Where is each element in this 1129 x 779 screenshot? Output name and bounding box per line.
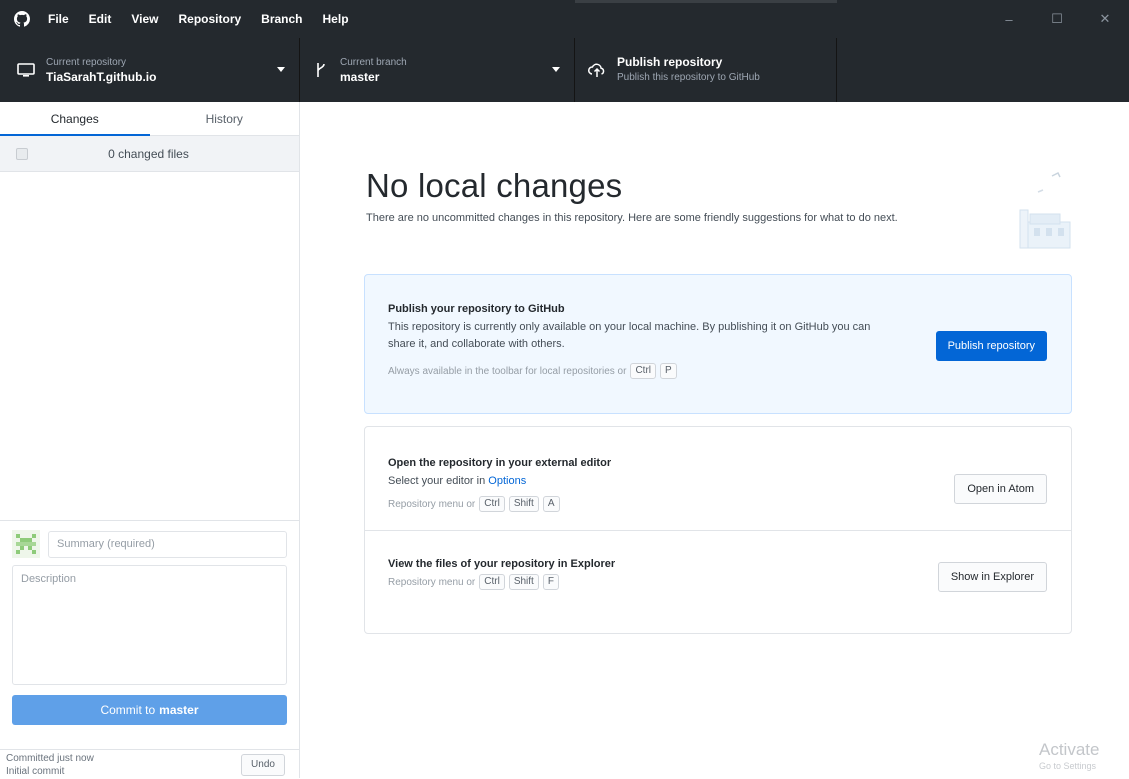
sidebar-tabs: Changes History <box>0 102 299 136</box>
menu-edit[interactable]: Edit <box>79 0 122 38</box>
show-explorer-row: View the files of your repository in Exp… <box>365 530 1071 633</box>
publish-card-hint-text: Always available in the toolbar for loca… <box>388 365 627 377</box>
current-repository-text: Current repository TiaSarahT.github.io <box>46 55 156 85</box>
publish-repository-desc: Publish this repository to GitHub <box>617 72 760 83</box>
kbd-ctrl: Ctrl <box>479 574 505 590</box>
open-editor-desc-prefix: Select your editor in <box>388 475 486 487</box>
close-button[interactable]: ✕ <box>1081 0 1129 38</box>
select-all-checkbox[interactable] <box>16 147 28 160</box>
open-editor-desc: Select your editor in Options <box>388 473 611 490</box>
maximize-button[interactable]: ☐ <box>1033 0 1081 38</box>
show-in-explorer-button[interactable]: Show in Explorer <box>937 562 1047 592</box>
watermark-title: Activate <box>1039 740 1100 759</box>
last-commit-time: Committed just now <box>6 752 94 764</box>
commit-button-prefix: Commit to <box>100 703 156 717</box>
page-title: No local changes <box>366 167 623 204</box>
publish-card-desc: This repository is currently only availa… <box>388 321 871 350</box>
desktop-icon <box>17 63 35 77</box>
avatar <box>12 530 40 558</box>
menu-help[interactable]: Help <box>313 0 359 38</box>
open-editor-hint-text: Repository menu or <box>388 498 476 510</box>
commit-message-area: Summary (required) Description Commit to… <box>0 520 299 778</box>
last-commit-info: Committed just now Initial commit <box>0 752 241 778</box>
publish-repository-title: Publish repository <box>617 55 723 69</box>
current-branch-dropdown[interactable]: Current branch master <box>300 38 575 102</box>
suggestions-card-group: Open the repository in your external edi… <box>364 426 1072 634</box>
show-explorer-title: View the files of your repository in Exp… <box>388 558 616 570</box>
publish-repository-text: Publish repository Publish this reposito… <box>617 55 760 85</box>
open-editor-hint: Repository menu or Ctrl Shift A <box>388 496 611 512</box>
commit-button-branch: master <box>159 703 199 717</box>
toolbar: Current repository TiaSarahT.github.io C… <box>0 38 1129 102</box>
changed-files-count: 0 changed files <box>108 146 189 161</box>
last-commit-bar: Committed just now Initial commit Undo <box>0 749 299 779</box>
summary-input[interactable]: Summary (required) <box>48 530 287 558</box>
sidebar: Changes History 0 changed files Summary … <box>0 102 300 778</box>
publish-repository-button[interactable]: Publish repository <box>935 331 1047 361</box>
commit-button[interactable]: Commit to master <box>12 695 287 725</box>
open-editor-title: Open the repository in your external edi… <box>388 457 612 469</box>
kbd-shift: Shift <box>508 574 539 590</box>
cloud-upload-icon <box>588 63 605 77</box>
menu-file[interactable]: File <box>38 0 79 38</box>
changes-header: 0 changed files <box>0 136 299 172</box>
show-explorer-hint-text: Repository menu or <box>388 576 476 588</box>
tab-history[interactable]: History <box>150 102 300 135</box>
summary-row: Summary (required) <box>0 521 299 558</box>
menu-bar: File Edit View Repository Branch Help <box>38 0 359 38</box>
current-branch-label: Current branch <box>340 57 407 68</box>
undo-button[interactable]: Undo <box>241 753 285 776</box>
main-panel: No local changes There are no uncommitte… <box>300 102 1129 778</box>
activation-watermark: Activate Go to Settings <box>1039 740 1129 772</box>
kbd-ctrl: Ctrl <box>630 363 657 379</box>
show-explorer-body: View the files of your repository in Exp… <box>388 558 615 590</box>
kbd-ctrl: Ctrl <box>479 496 505 512</box>
kbd-shift: Shift <box>508 496 539 512</box>
menu-view[interactable]: View <box>121 0 168 38</box>
current-repository-label: Current repository <box>46 57 127 68</box>
open-in-atom-button[interactable]: Open in Atom <box>954 474 1047 504</box>
branch-icon <box>317 63 325 77</box>
current-branch-text: Current branch master <box>340 55 407 85</box>
page-subtitle: There are no uncommitted changes in this… <box>366 212 898 224</box>
kbd-a: A <box>542 496 560 512</box>
window-controls: – ☐ ✕ <box>985 0 1129 38</box>
current-branch-value: master <box>340 70 380 84</box>
title-bar: File Edit View Repository Branch Help – … <box>0 0 1129 38</box>
menu-repository[interactable]: Repository <box>168 0 251 38</box>
last-commit-message: Initial commit <box>6 765 65 777</box>
empty-state-illustration-icon <box>1019 171 1071 249</box>
tab-changes[interactable]: Changes <box>0 102 150 136</box>
watermark-subtitle: Go to Settings <box>1039 761 1097 771</box>
caret-down-icon <box>552 67 560 72</box>
publish-card-body: Publish your repository to GitHub This r… <box>388 303 888 379</box>
caret-down-icon <box>277 67 285 72</box>
menu-branch[interactable]: Branch <box>251 0 312 38</box>
github-logo-icon[interactable] <box>14 11 30 27</box>
current-repository-dropdown[interactable]: Current repository TiaSarahT.github.io <box>0 38 300 102</box>
show-explorer-hint: Repository menu or Ctrl Shift F <box>388 574 615 590</box>
description-input[interactable]: Description <box>12 565 287 685</box>
kbd-p: P <box>660 363 677 379</box>
current-repository-value: TiaSarahT.github.io <box>46 70 157 84</box>
title-drag-region <box>575 0 837 3</box>
publish-card-title: Publish your repository to GitHub <box>388 303 565 315</box>
publish-card-hint: Always available in the toolbar for loca… <box>388 363 888 379</box>
options-link[interactable]: Options <box>488 475 526 487</box>
publish-repository-toolbar-button[interactable]: Publish repository Publish this reposito… <box>575 38 837 102</box>
minimize-button[interactable]: – <box>985 0 1033 38</box>
open-editor-body: Open the repository in your external edi… <box>388 457 611 512</box>
publish-card: Publish your repository to GitHub This r… <box>364 274 1072 414</box>
kbd-f: F <box>542 574 559 590</box>
open-editor-row: Open the repository in your external edi… <box>365 427 1071 530</box>
